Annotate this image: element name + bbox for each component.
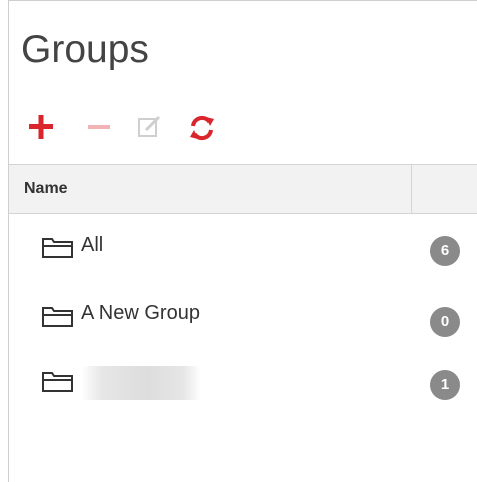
count-badge: 6 — [430, 236, 460, 266]
remove-group-button[interactable] — [85, 113, 113, 141]
group-name: All — [81, 234, 104, 256]
edit-group-button[interactable] — [135, 113, 163, 141]
column-divider[interactable] — [411, 165, 412, 213]
table-row[interactable]: All 6 — [9, 217, 477, 277]
folder-icon — [42, 307, 73, 327]
table-row[interactable]: 1 — [9, 354, 477, 414]
count-badge: 1 — [430, 370, 460, 400]
count-badge: 0 — [430, 307, 460, 337]
refresh-button[interactable] — [187, 113, 215, 141]
minus-icon — [88, 125, 110, 129]
column-header-name[interactable]: Name — [24, 180, 68, 198]
group-name: A New Group — [81, 302, 200, 324]
groups-panel: Groups Name All 6 A New Group 0 1 — [8, 0, 477, 482]
edit-icon — [138, 115, 161, 137]
refresh-icon — [190, 115, 214, 141]
plus-icon — [29, 115, 53, 139]
page-title: Groups — [21, 28, 149, 71]
table-row[interactable]: A New Group 0 — [9, 287, 477, 347]
add-group-button[interactable] — [27, 113, 55, 141]
table-header: Name — [9, 164, 477, 214]
folder-icon — [42, 238, 73, 258]
group-name-redacted — [81, 366, 201, 400]
folder-icon — [42, 372, 73, 392]
